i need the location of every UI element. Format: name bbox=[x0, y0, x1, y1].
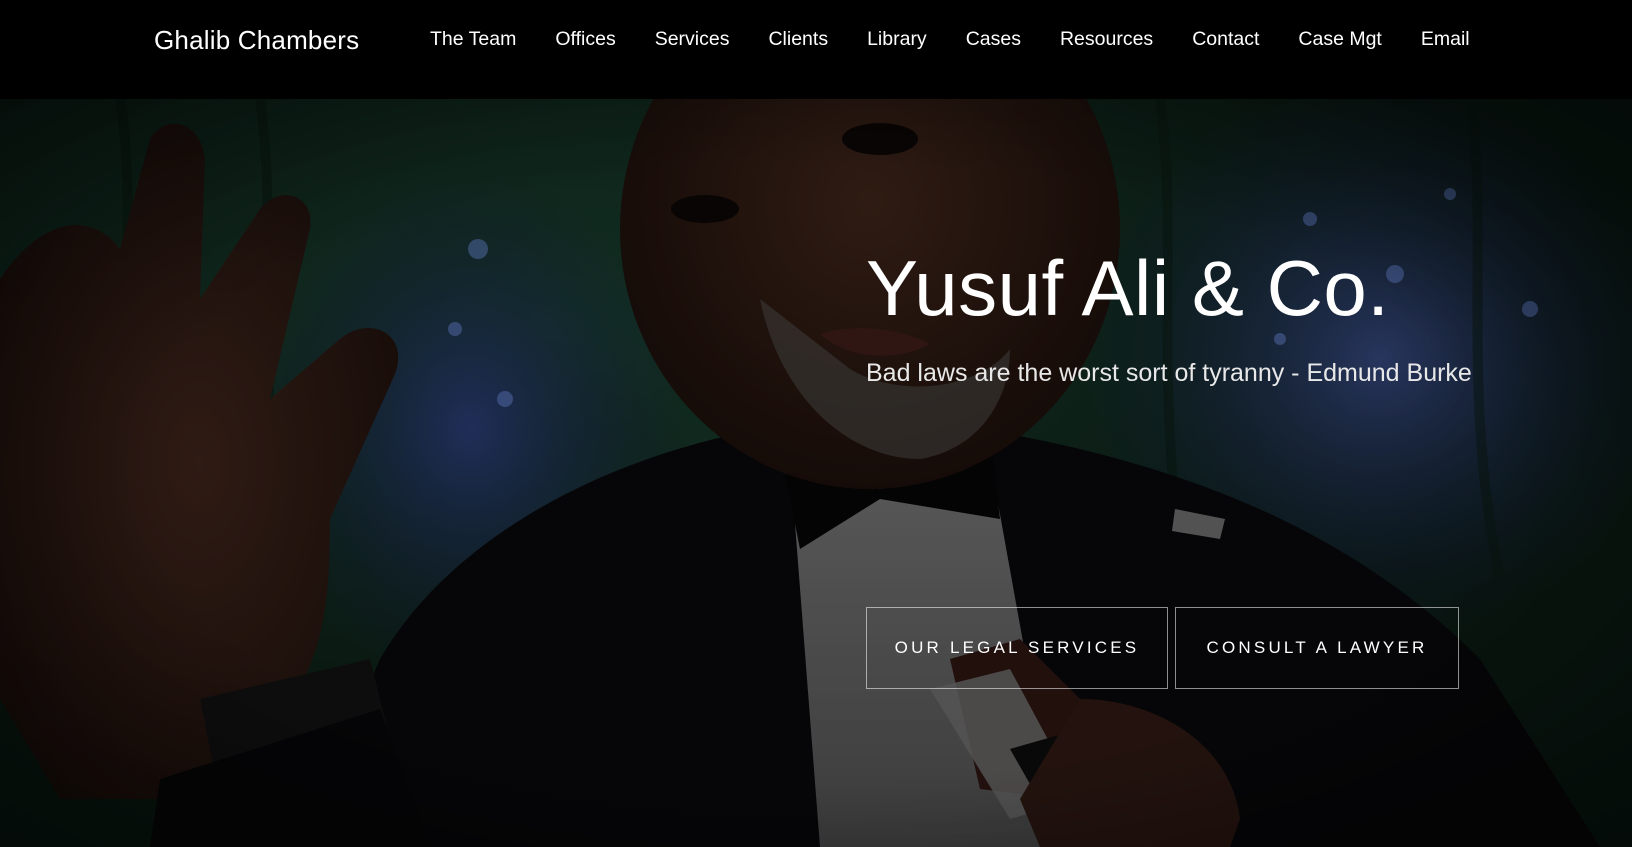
nav-item-the-team: The Team bbox=[430, 28, 516, 51]
hero-section: Yusuf Ali & Co. Bad laws are the worst s… bbox=[0, 99, 1632, 847]
nav-link-resources[interactable]: Resources bbox=[1060, 28, 1153, 50]
brand-link[interactable]: Ghalib Chambers bbox=[154, 25, 359, 56]
nav-link-offices[interactable]: Offices bbox=[555, 28, 615, 50]
nav-item-clients: Clients bbox=[768, 28, 828, 51]
hero-content: Yusuf Ali & Co. Bad laws are the worst s… bbox=[866, 244, 1506, 689]
nav-link-contact[interactable]: Contact bbox=[1192, 28, 1259, 50]
hero-dark-overlay bbox=[0, 99, 1632, 847]
nav-item-cases: Cases bbox=[966, 28, 1021, 51]
hero-title: Yusuf Ali & Co. bbox=[866, 244, 1390, 332]
nav-link-cases[interactable]: Cases bbox=[966, 28, 1021, 50]
nav-item-offices: Offices bbox=[555, 28, 615, 51]
nav-item-case-mgt: Case Mgt bbox=[1298, 28, 1381, 51]
nav-link-the-team[interactable]: The Team bbox=[430, 28, 516, 50]
nav-link-library[interactable]: Library bbox=[867, 28, 927, 50]
nav-item-services: Services bbox=[655, 28, 730, 51]
our-legal-services-button[interactable]: Our Legal Services bbox=[866, 607, 1168, 689]
nav-menu: The Team Offices Services Clients Librar… bbox=[430, 28, 1470, 51]
nav-link-services[interactable]: Services bbox=[655, 28, 730, 50]
hero-buttons: Our Legal Services Consult a Lawyer bbox=[866, 607, 1459, 689]
top-navbar: Ghalib Chambers The Team Offices Service… bbox=[0, 0, 1632, 99]
nav-link-case-mgt[interactable]: Case Mgt bbox=[1298, 28, 1381, 50]
nav-item-email: Email bbox=[1421, 28, 1470, 51]
nav-item-library: Library bbox=[867, 28, 927, 51]
nav-item-resources: Resources bbox=[1060, 28, 1153, 51]
nav-link-email[interactable]: Email bbox=[1421, 28, 1470, 50]
nav-item-contact: Contact bbox=[1192, 28, 1259, 51]
nav-link-clients[interactable]: Clients bbox=[768, 28, 828, 50]
hero-quote: Bad laws are the worst sort of tyranny -… bbox=[866, 359, 1472, 387]
consult-a-lawyer-button[interactable]: Consult a Lawyer bbox=[1175, 607, 1459, 689]
